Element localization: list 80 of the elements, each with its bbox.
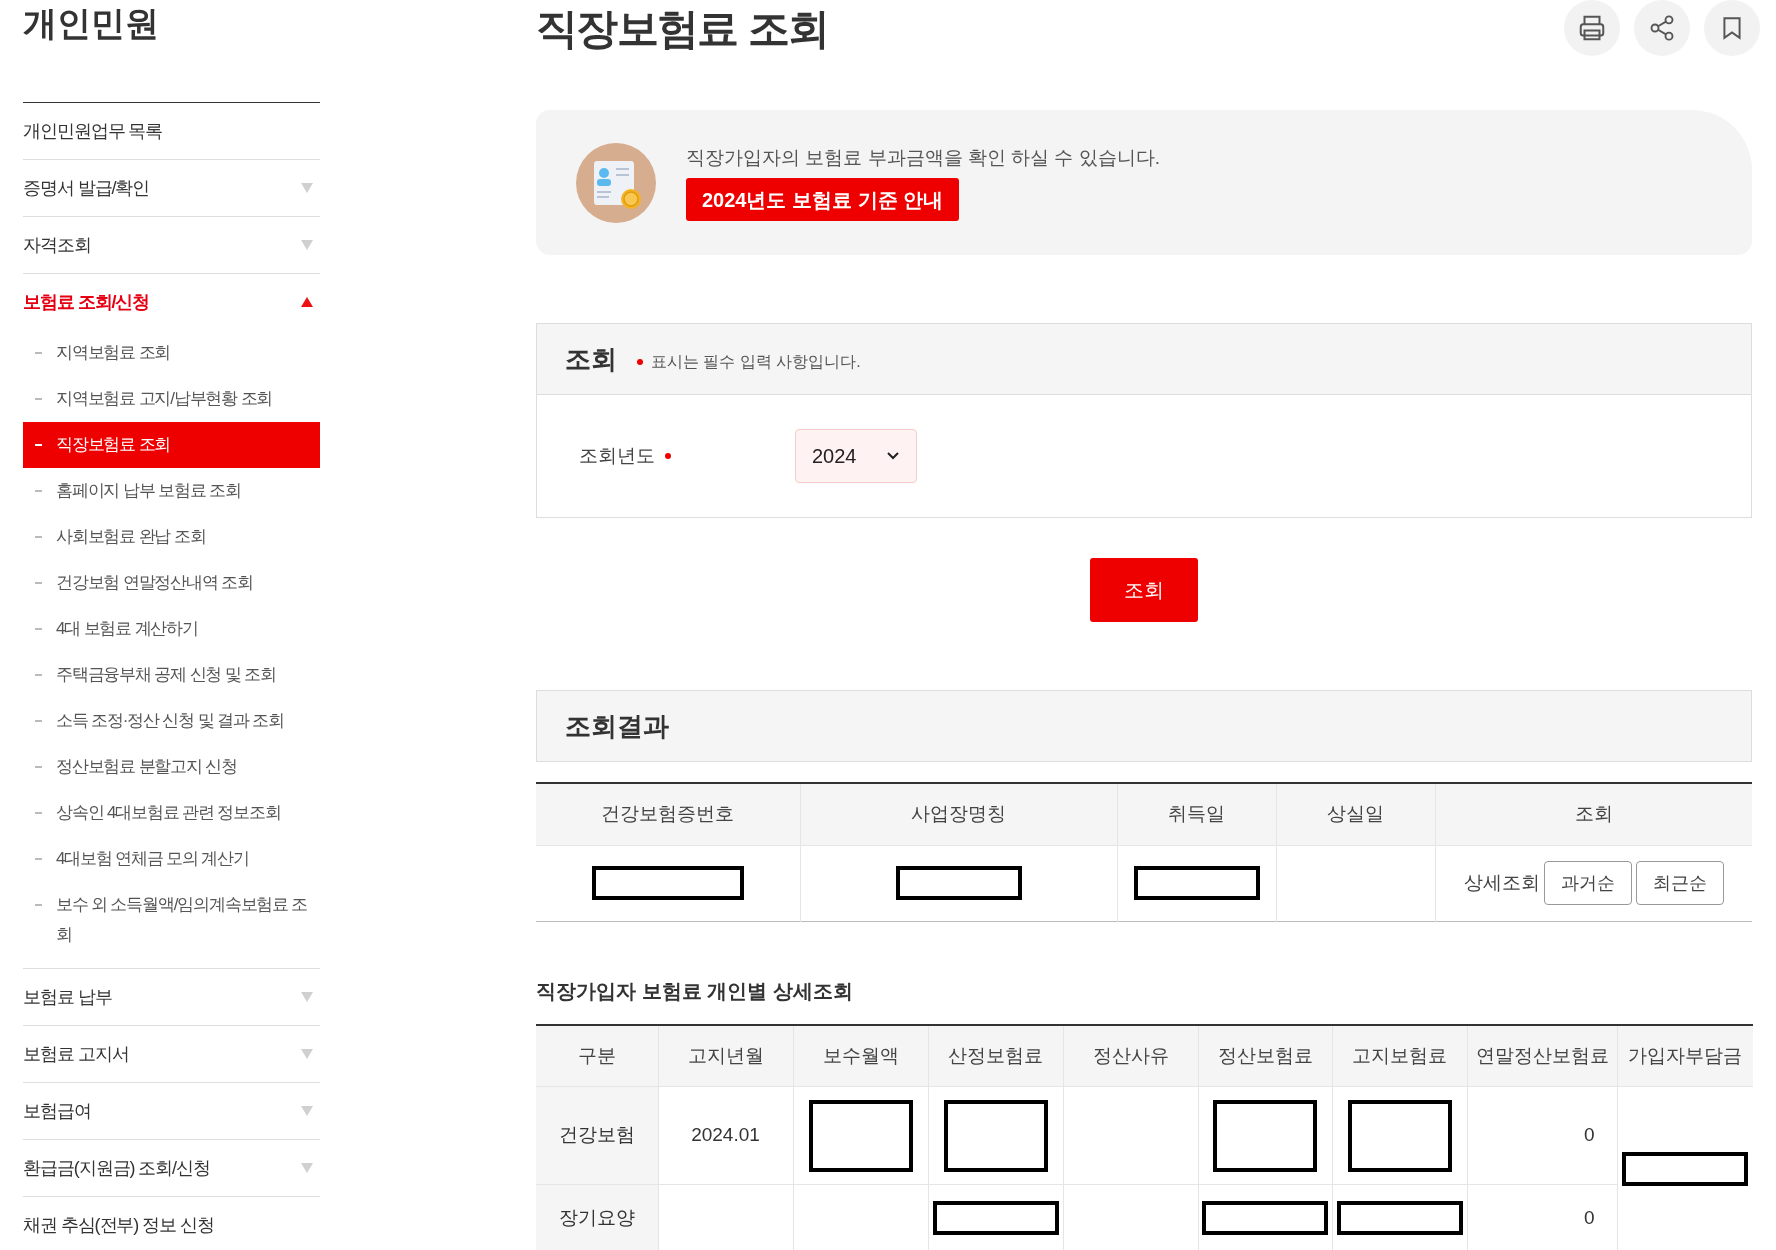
dash-icon bbox=[35, 490, 42, 492]
search-button[interactable]: 조회 bbox=[1090, 558, 1198, 622]
submenu-item[interactable]: 보수 외 소득월액/임의계속보험료 조회 bbox=[23, 882, 320, 958]
required-note: 표시는 필수 입력 사항입니다. bbox=[651, 352, 861, 372]
column-header: 취득일 bbox=[1117, 783, 1276, 845]
column-header: 조회 bbox=[1435, 783, 1752, 845]
dash-icon bbox=[35, 720, 42, 722]
column-header: 정산보험료 bbox=[1198, 1024, 1332, 1087]
dash-icon bbox=[35, 628, 42, 630]
column-header: 사업장명칭 bbox=[800, 783, 1117, 845]
menu-item[interactable]: 자격조회 bbox=[23, 217, 320, 273]
menu-item[interactable]: 개인민원업무 목록 bbox=[23, 103, 320, 159]
column-header: 고지보험료 bbox=[1332, 1024, 1467, 1087]
detail-label: 상세조회 bbox=[1463, 870, 1540, 895]
submenu-item[interactable]: 주택금융부채 공제 신청 및 조회 bbox=[23, 652, 320, 698]
sidebar-title: 개인민원 bbox=[23, 3, 160, 44]
menu-item[interactable]: 보험료 납부 bbox=[23, 969, 320, 1025]
query-title: 조회 bbox=[565, 342, 617, 376]
field-label: 조회년도 bbox=[579, 443, 655, 468]
submenu-item[interactable]: 지역보험료 조회 bbox=[23, 330, 320, 376]
column-header: 산정보험료 bbox=[928, 1024, 1063, 1087]
dash-icon bbox=[35, 536, 42, 538]
year-select[interactable]: 2024 bbox=[795, 429, 917, 483]
dash-icon bbox=[35, 674, 42, 676]
dash-icon bbox=[35, 858, 42, 860]
menu-item[interactable]: 채권 추심(전부) 정보 신청 bbox=[23, 1197, 320, 1250]
dash-icon bbox=[35, 812, 42, 814]
column-header: 가입자부담금 bbox=[1617, 1024, 1753, 1087]
dash-icon bbox=[35, 904, 42, 906]
collapse-icon bbox=[300, 296, 314, 308]
column-header: 고지년월 bbox=[658, 1024, 793, 1087]
detail-title: 직장가입자 보험료 개인별 상세조회 bbox=[536, 978, 854, 1004]
expand-icon bbox=[300, 182, 314, 194]
submenu-item[interactable]: 상속인 4대보험료 관련 정보조회 bbox=[23, 790, 320, 836]
submenu-item[interactable]: 사회보험료 완납 조회 bbox=[23, 514, 320, 560]
column-header: 상실일 bbox=[1276, 783, 1435, 845]
menu-item[interactable]: 보험료 고지서 bbox=[23, 1026, 320, 1082]
submenu-item[interactable]: 소득 조정·정산 신청 및 결과 조회 bbox=[23, 698, 320, 744]
share-icon[interactable] bbox=[1634, 0, 1690, 56]
menu-item[interactable]: 환급금(지원금) 조회/신청 bbox=[23, 1140, 320, 1196]
table-cell-text: 0 bbox=[1583, 1124, 1595, 1146]
column-header: 보수월액 bbox=[793, 1024, 928, 1087]
expand-icon bbox=[300, 991, 314, 1003]
chevron-down-icon bbox=[886, 451, 900, 461]
expand-icon bbox=[300, 239, 314, 251]
column-header: 연말정산보험료 bbox=[1467, 1024, 1617, 1087]
guide-button[interactable]: 2024년도 보험료 기준 안내 bbox=[686, 178, 960, 222]
expand-icon bbox=[300, 1162, 314, 1174]
submenu-item[interactable]: 지역보험료 고지/납부현황 조회 bbox=[23, 376, 320, 422]
table-cell-text: 건강보험 bbox=[558, 1124, 635, 1146]
table-cell-text: 장기요양 bbox=[558, 1206, 635, 1228]
column-header: 건강보험증번호 bbox=[536, 783, 800, 845]
submenu-item[interactable]: 정산보험료 분할고지 신청 bbox=[23, 744, 320, 790]
result-title: 조회결과 bbox=[565, 709, 669, 743]
banner-text: 직장가입자의 보험료 부과금액을 확인 하실 수 있습니다. bbox=[686, 145, 1160, 170]
column-header: 구분 bbox=[536, 1024, 658, 1087]
submenu-item[interactable]: 건강보험 연말정산내역 조회 bbox=[23, 560, 320, 606]
table-cell-text: 0 bbox=[1583, 1206, 1595, 1228]
menu-item[interactable]: 보험급여 bbox=[23, 1083, 320, 1139]
bookmark-icon[interactable] bbox=[1704, 0, 1760, 56]
submenu-item[interactable]: 4대 보험료 계산하기 bbox=[23, 606, 320, 652]
document-coin-icon bbox=[576, 142, 656, 223]
dash-icon bbox=[35, 352, 42, 354]
dash-icon bbox=[35, 398, 42, 400]
sort-button[interactable]: 최근순 bbox=[1635, 861, 1724, 905]
column-header: 정산사유 bbox=[1063, 1024, 1198, 1087]
menu-item[interactable]: 보험료 조회/신청 bbox=[23, 274, 320, 330]
table-cell-text: 2024.01 bbox=[691, 1124, 760, 1146]
expand-icon bbox=[300, 1105, 314, 1117]
sort-button[interactable]: 과거순 bbox=[1543, 861, 1632, 905]
dash-icon bbox=[35, 766, 42, 768]
dash-icon bbox=[35, 582, 42, 584]
submenu-item[interactable]: 직장보험료 조회 bbox=[23, 422, 320, 468]
print-icon[interactable] bbox=[1564, 0, 1620, 56]
dash-icon bbox=[35, 444, 42, 446]
submenu-item[interactable]: 4대보험 연체금 모의 계산기 bbox=[23, 836, 320, 882]
menu-item[interactable]: 증명서 발급/확인 bbox=[23, 160, 320, 216]
page-title: 직장보험료 조회 bbox=[536, 4, 829, 50]
expand-icon bbox=[300, 1048, 314, 1060]
submenu-item[interactable]: 홈페이지 납부 보험료 조회 bbox=[23, 468, 320, 514]
